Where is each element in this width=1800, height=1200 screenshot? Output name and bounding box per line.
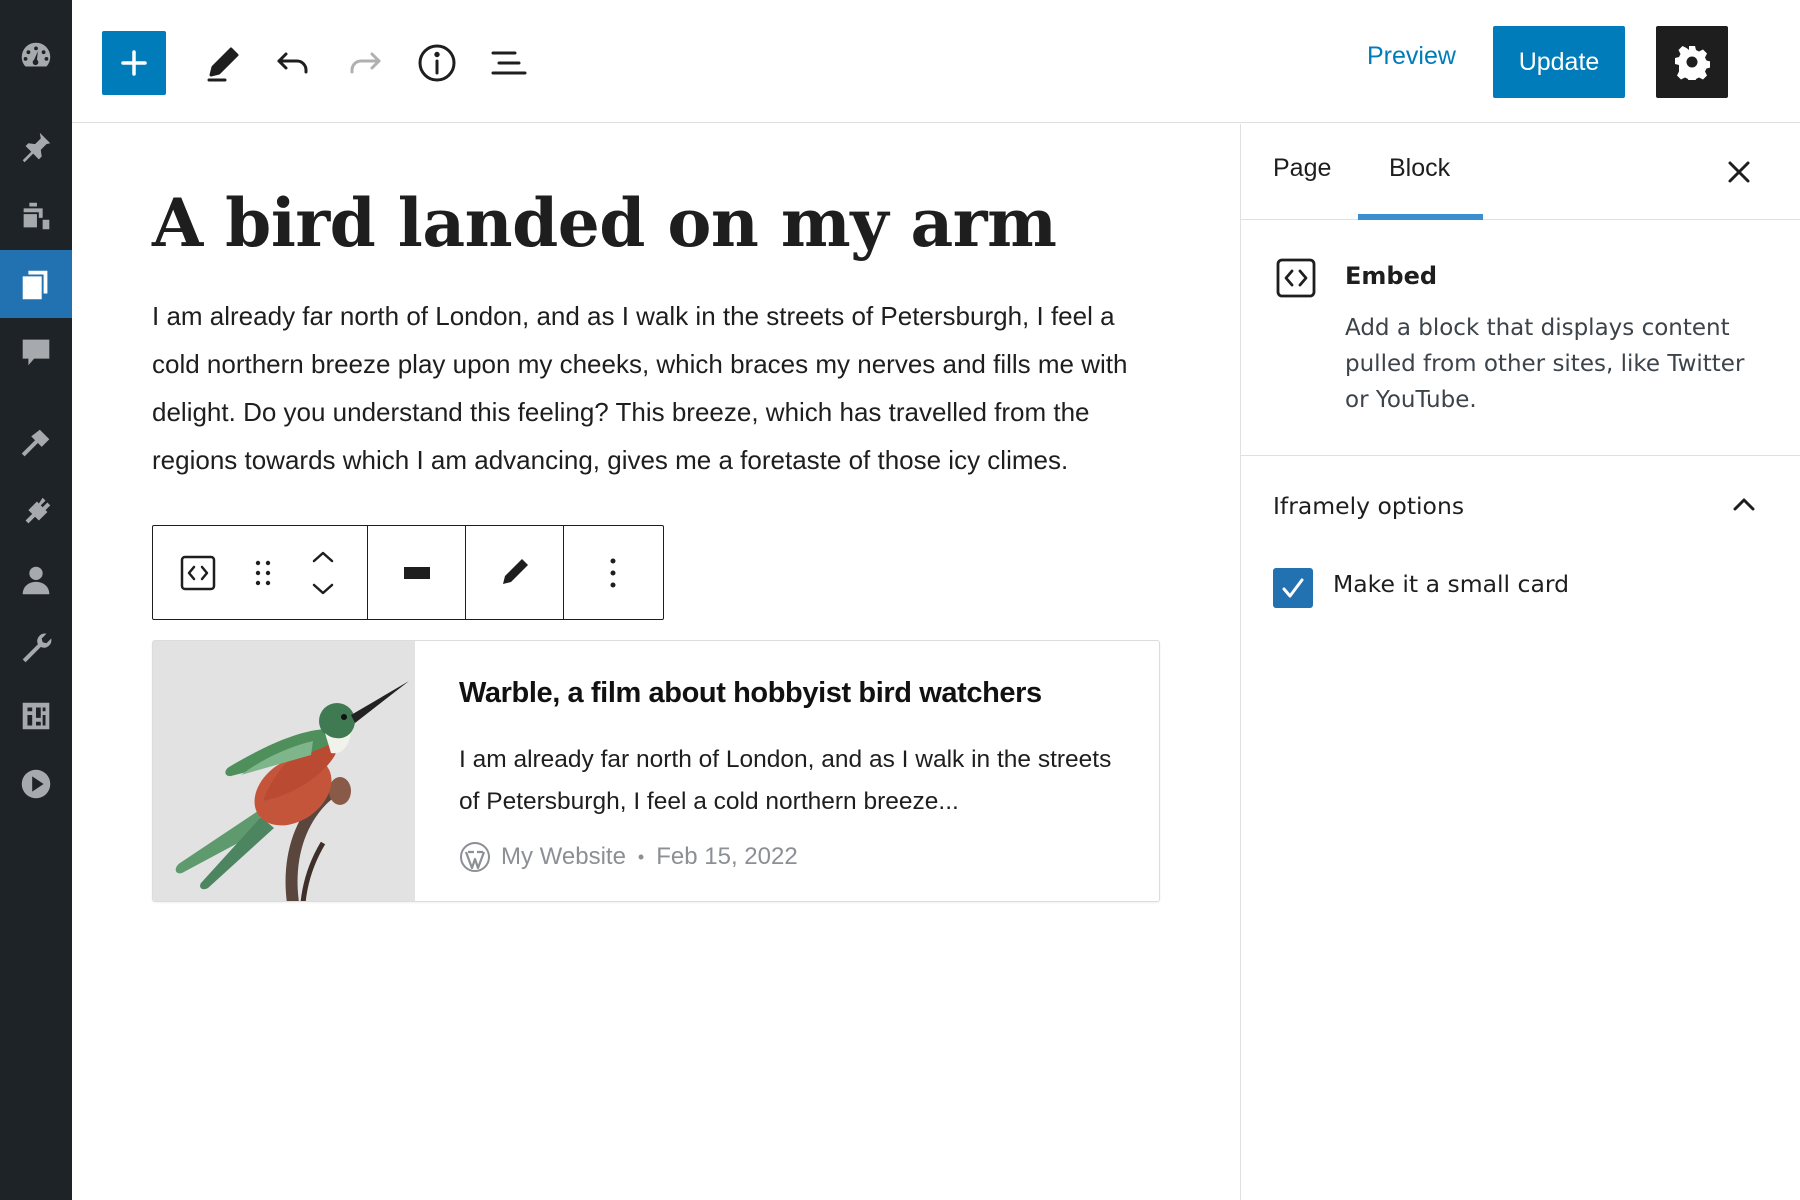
list-view-button[interactable] xyxy=(484,38,534,88)
undo-icon xyxy=(277,52,308,74)
wordpress-icon xyxy=(460,842,490,872)
panel-toggle-button[interactable] xyxy=(1729,490,1759,520)
align-icon xyxy=(403,560,430,585)
admin-sidebar xyxy=(0,0,72,1200)
list-view-icon xyxy=(491,51,527,75)
drag-handle-button[interactable] xyxy=(243,526,283,619)
block-mover xyxy=(283,526,363,619)
sidebar-tabs: Page Block xyxy=(1241,124,1800,220)
dashboard-icon[interactable] xyxy=(0,22,72,90)
publish-date: Feb 15, 2022 xyxy=(656,843,798,870)
details-button[interactable] xyxy=(412,38,462,88)
hummingbird-image xyxy=(153,641,415,901)
embed-icon xyxy=(1276,258,1316,298)
small-card-label[interactable]: Make it a small card xyxy=(1333,570,1569,598)
tools-icon[interactable] xyxy=(0,614,72,682)
move-up-icon[interactable] xyxy=(310,550,336,564)
embed-title: Warble, a film about hobbyist bird watch… xyxy=(459,677,1042,709)
close-sidebar-button[interactable] xyxy=(1725,158,1753,186)
play-icon[interactable] xyxy=(0,750,72,818)
preview-link[interactable]: Preview xyxy=(1367,42,1456,71)
align-button[interactable] xyxy=(368,526,466,619)
appearance-icon[interactable] xyxy=(0,410,72,478)
block-description: Add a block that displays content pulled… xyxy=(1345,315,1745,413)
more-options-button[interactable] xyxy=(564,526,662,619)
block-toolbar-group-mover xyxy=(153,526,368,619)
undo-button[interactable] xyxy=(268,38,318,88)
more-options-icon xyxy=(610,558,616,587)
small-card-checkbox[interactable] xyxy=(1273,568,1313,608)
settings-toggle-button[interactable] xyxy=(1656,26,1728,98)
editor-toolbar: Preview Update xyxy=(72,0,1800,123)
block-card: Embed Add a block that displays content … xyxy=(1241,220,1800,456)
users-icon[interactable] xyxy=(0,546,72,614)
chevron-up-icon xyxy=(1733,498,1755,511)
media-icon[interactable] xyxy=(0,182,72,250)
site-name: My Website xyxy=(501,843,626,870)
plus-icon xyxy=(121,50,147,76)
redo-button[interactable] xyxy=(340,38,390,88)
tools-button[interactable] xyxy=(198,38,248,88)
embed-icon xyxy=(180,555,216,590)
embed-meta: My Website • Feb 15, 2022 xyxy=(459,841,798,873)
pages-icon[interactable] xyxy=(0,250,72,318)
close-icon xyxy=(1728,161,1750,183)
move-down-icon[interactable] xyxy=(310,582,336,596)
edit-icon xyxy=(502,558,528,584)
block-toolbar xyxy=(152,525,664,620)
block-name: Embed xyxy=(1345,262,1438,290)
block-type-button[interactable] xyxy=(153,526,243,619)
editor-canvas: A bird landed on my arm I am already far… xyxy=(72,124,1240,1200)
checkmark-icon xyxy=(1282,578,1304,598)
post-title[interactable]: A bird landed on my arm xyxy=(152,184,1057,262)
settings-sidebar: Page Block Embed Add a block that displa… xyxy=(1240,124,1800,1200)
plugins-icon[interactable] xyxy=(0,478,72,546)
settings-icon[interactable] xyxy=(0,682,72,750)
pin-icon[interactable] xyxy=(0,113,72,181)
redo-icon xyxy=(350,52,381,74)
info-icon xyxy=(418,44,456,82)
tab-block[interactable]: Block xyxy=(1389,154,1450,183)
iframely-panel-title[interactable]: Iframely options xyxy=(1273,492,1464,520)
meta-separator: • xyxy=(637,846,645,867)
drag-handle-icon xyxy=(255,560,271,585)
comments-icon[interactable] xyxy=(0,318,72,386)
embed-description: I am already far north of London, and as… xyxy=(459,746,1112,815)
edit-url-button[interactable] xyxy=(466,526,564,619)
tab-page[interactable]: Page xyxy=(1273,154,1331,183)
embed-preview-card[interactable]: Warble, a film about hobbyist bird watch… xyxy=(152,640,1160,902)
add-block-button[interactable] xyxy=(102,31,166,95)
update-button[interactable]: Update xyxy=(1493,26,1625,98)
pencil-icon xyxy=(207,47,239,82)
gear-icon xyxy=(1675,46,1710,80)
paragraph-block[interactable]: I am already far north of London, and as… xyxy=(152,292,1162,484)
